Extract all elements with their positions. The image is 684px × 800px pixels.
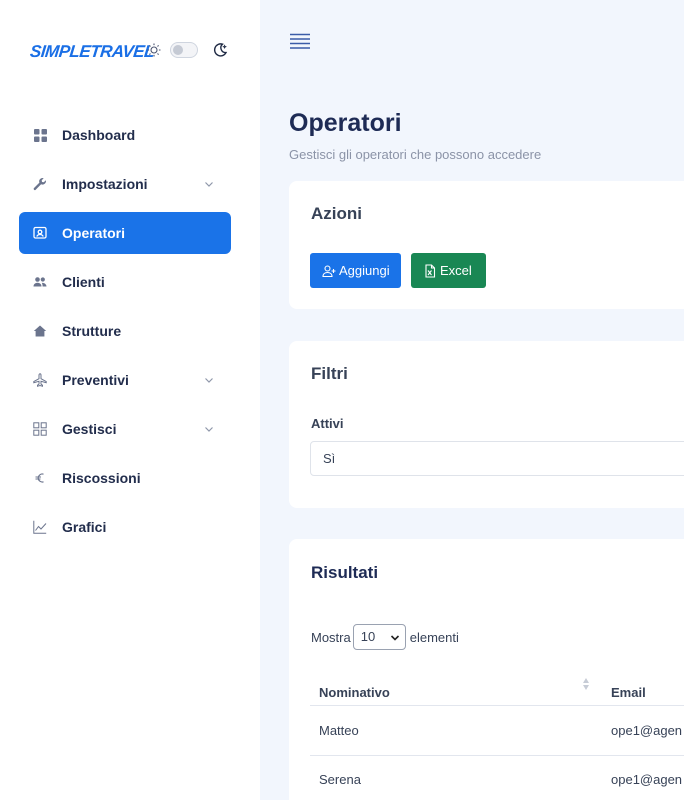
add-button-label: Aggiungi	[339, 263, 390, 278]
sidebar-item-impostazioni[interactable]: Impostazioni	[19, 163, 231, 205]
menu-toggle-icon[interactable]	[289, 32, 311, 50]
wrench-icon	[33, 177, 47, 191]
user-plus-icon	[322, 264, 336, 277]
excel-button-label: Excel	[440, 263, 472, 278]
logo-text: SIMPLETRAVEL	[29, 42, 156, 61]
chart-line-icon	[33, 520, 47, 534]
toggle-knob	[173, 45, 183, 55]
user-badge-icon	[33, 226, 47, 240]
users-icon	[33, 275, 47, 289]
brand-logo[interactable]: SIMPLETRAVEL	[29, 40, 156, 64]
filters-card: Filtri Attivi Sì	[289, 341, 684, 508]
chevron-down-icon	[205, 378, 213, 383]
page-title: Operatori	[289, 109, 402, 137]
sidebar-item-label: Preventivi	[62, 372, 129, 388]
page-size-control: Mostra 10 elementi	[311, 624, 459, 650]
chevron-down-icon	[205, 427, 213, 432]
sidebar-item-riscossioni[interactable]: Riscossioni	[19, 457, 231, 499]
results-card: Risultati Mostra 10 elementi Nominativo …	[289, 539, 684, 800]
euro-icon	[33, 471, 47, 485]
actions-title: Azioni	[311, 204, 362, 223]
active-filter-select[interactable]: Sì	[310, 441, 684, 476]
sun-icon[interactable]	[146, 42, 162, 58]
theme-toggle[interactable]	[170, 42, 198, 58]
theme-switcher	[146, 42, 228, 58]
table-cell-email: ope1@agen	[611, 772, 683, 787]
column-header-nominativo[interactable]: Nominativo	[319, 685, 390, 700]
excel-button[interactable]: Excel	[411, 253, 486, 288]
sidebar-item-label: Clienti	[62, 274, 105, 290]
sidebar-item-label: Impostazioni	[62, 176, 148, 192]
show-prefix: Mostra	[311, 629, 351, 645]
sidebar-item-preventivi[interactable]: Preventivi	[19, 359, 231, 401]
sidebar-item-label: Operatori	[62, 225, 126, 241]
page-size-value: 10	[360, 629, 376, 644]
plane-icon	[33, 373, 47, 387]
sidebar-item-dashboard[interactable]: Dashboard	[19, 114, 231, 156]
sidebar-item-strutture[interactable]: Strutture	[19, 310, 231, 352]
sidebar-menu: Dashboard Impostazioni Operatori Clienti	[19, 114, 231, 555]
page-subtitle: Gestisci gli operatori che possono acced…	[289, 147, 542, 162]
sidebar-item-label: Riscossioni	[62, 470, 141, 486]
table-cell-name: Matteo	[319, 723, 359, 738]
file-excel-icon	[425, 263, 436, 278]
table-cell-email: ope1@agen	[611, 723, 683, 738]
sidebar-item-operatori[interactable]: Operatori	[19, 212, 231, 254]
column-header-email[interactable]: Email	[611, 685, 646, 700]
sidebar-item-label: Dashboard	[62, 127, 136, 143]
modules-icon	[33, 422, 47, 436]
moon-icon[interactable]	[212, 42, 228, 58]
chevron-down-icon	[205, 182, 213, 187]
active-filter-label: Attivi	[311, 416, 344, 431]
sidebar-item-clienti[interactable]: Clienti	[19, 261, 231, 303]
page-size-select[interactable]: 10	[352, 624, 406, 650]
sort-icon[interactable]	[582, 677, 590, 691]
sidebar-item-grafici[interactable]: Grafici	[19, 506, 231, 548]
sidebar-item-label: Grafici	[62, 519, 107, 535]
sidebar-item-label: Strutture	[62, 323, 122, 339]
results-title: Risultati	[311, 563, 379, 582]
grid-icon	[33, 128, 47, 142]
sidebar-item-gestisci[interactable]: Gestisci	[19, 408, 231, 450]
show-suffix: elementi	[409, 629, 459, 645]
table-cell-name: Serena	[319, 772, 361, 787]
sidebar: SIMPLETRAVEL Dashboard Impostazioni Oper…	[0, 0, 260, 800]
add-button[interactable]: Aggiungi	[310, 253, 401, 288]
sidebar-item-label: Gestisci	[62, 421, 117, 437]
table-header-divider	[310, 705, 684, 706]
actions-card: Azioni Aggiungi Excel	[289, 181, 684, 309]
table-row-divider	[310, 755, 684, 756]
filters-title: Filtri	[311, 364, 348, 383]
chevron-down-icon	[390, 635, 399, 641]
home-icon	[33, 324, 47, 338]
